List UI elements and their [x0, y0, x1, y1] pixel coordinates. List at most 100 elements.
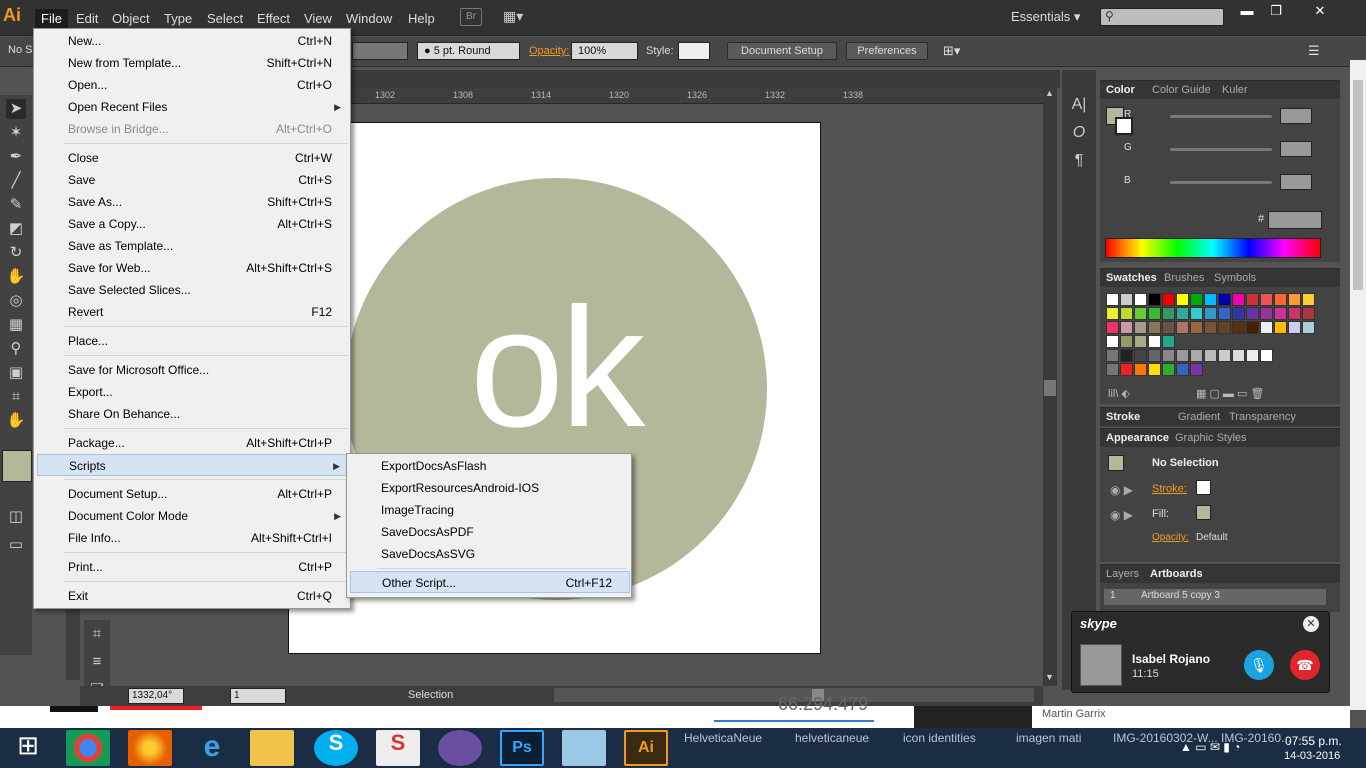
script-save-svg[interactable]: SaveDocsAsSVG — [350, 543, 630, 565]
style-dropdown[interactable] — [678, 42, 710, 60]
notepad-icon[interactable] — [562, 730, 606, 766]
menu-object[interactable]: Object — [106, 9, 156, 28]
menu-item-save-as[interactable]: Save As... Shift+Ctrl+S — [37, 191, 349, 213]
close-window-icon[interactable]: ✕ — [1300, 3, 1340, 19]
line-tool-icon[interactable]: ╱ — [6, 171, 26, 191]
r-value[interactable] — [1280, 108, 1312, 124]
tab-swatches[interactable]: Swatches — [1106, 272, 1157, 284]
script-export-android-ios[interactable]: ExportResourcesAndroid-IOS — [350, 477, 630, 499]
menu-item-save[interactable]: Save Ctrl+S — [37, 169, 349, 191]
script-image-tracing[interactable]: ImageTracing — [350, 499, 630, 521]
r-slider[interactable] — [1170, 115, 1272, 118]
pen-tool-icon[interactable]: ✒ — [6, 147, 26, 167]
screen-mode-icon[interactable]: ▭ — [6, 535, 26, 555]
menu-item-new-from-template[interactable]: New from Template... Shift+Ctrl+N — [37, 52, 349, 74]
menu-select[interactable]: Select — [201, 9, 249, 28]
vertical-scrollbar[interactable]: ▲ ▼ — [1043, 88, 1057, 686]
skype-icon[interactable]: S — [314, 730, 358, 766]
paragraph-icon[interactable]: ¶ — [1070, 152, 1088, 170]
stroke-weight-field[interactable] — [352, 42, 408, 60]
tab-brushes[interactable]: Brushes — [1164, 272, 1204, 284]
b-value[interactable] — [1280, 174, 1312, 190]
menu-item-save-slices[interactable]: Save Selected Slices... — [37, 279, 349, 301]
menu-item-behance[interactable]: Share On Behance... — [37, 403, 349, 425]
chrome-icon[interactable] — [66, 730, 110, 766]
fill-attribute-swatch[interactable] — [1196, 505, 1211, 520]
menu-item-exit[interactable]: Exit Ctrl+Q — [37, 585, 349, 607]
menu-item-package[interactable]: Package... Alt+Shift+Ctrl+P — [37, 432, 349, 454]
menu-item-save-web[interactable]: Save for Web... Alt+Shift+Ctrl+S — [37, 257, 349, 279]
rearrange-icon[interactable]: ≡ — [87, 652, 107, 672]
eyedropper-icon[interactable]: ⚲ — [6, 339, 26, 359]
arrange-documents-icon[interactable]: ▦▾ — [503, 8, 529, 26]
warp-tool-icon[interactable]: ✋ — [6, 267, 26, 287]
menu-item-document-setup[interactable]: Document Setup... Alt+Ctrl+P — [37, 483, 349, 505]
artboard-options-icon[interactable]: ⌗ — [87, 624, 107, 644]
clock-time[interactable]: 07:55 p.m. — [1285, 734, 1342, 748]
menu-item-save-template[interactable]: Save as Template... — [37, 235, 349, 257]
tab-artboards[interactable]: Artboards — [1150, 568, 1203, 580]
illustrator-icon[interactable]: Ai — [624, 730, 668, 766]
menu-item-open[interactable]: Open... Ctrl+O — [37, 74, 349, 96]
menu-item-new[interactable]: New... Ctrl+N — [37, 30, 349, 52]
menu-file[interactable]: File — [35, 9, 68, 28]
tab-appearance[interactable]: Appearance — [1106, 432, 1169, 444]
g-value[interactable] — [1280, 141, 1312, 157]
script-export-flash[interactable]: ExportDocsAsFlash — [350, 455, 630, 477]
file-explorer-icon[interactable] — [250, 730, 294, 766]
eraser-tool-icon[interactable]: ◩ — [6, 219, 26, 239]
scroll-up-icon[interactable]: ▲ — [1045, 88, 1054, 98]
hex-field[interactable] — [1268, 211, 1322, 229]
zoom-field[interactable]: 1332,04° — [128, 688, 184, 704]
workspace-switcher[interactable]: Essentials ▾ — [1011, 9, 1080, 25]
swatch-actions-icon[interactable]: ▦ ▢ ▬ ▭ 🗑 — [1196, 387, 1264, 400]
menu-item-print[interactable]: Print... Ctrl+P — [37, 556, 349, 578]
tab-stroke[interactable]: Stroke — [1106, 411, 1140, 423]
menu-item-place[interactable]: Place... — [37, 330, 349, 352]
menu-item-export[interactable]: Export... — [37, 381, 349, 403]
minimize-icon[interactable]: ▬ — [1234, 3, 1260, 19]
menu-view[interactable]: View — [298, 9, 338, 28]
firefox-icon[interactable] — [128, 730, 172, 766]
bridge-button[interactable]: Br — [460, 8, 482, 26]
browser-scrollbar[interactable] — [1350, 60, 1366, 710]
tab-color[interactable]: Color — [1106, 84, 1135, 96]
mic-icon[interactable]: 🎙 — [1244, 650, 1274, 680]
script-save-pdf[interactable]: SaveDocsAsPDF — [350, 521, 630, 543]
fill-swatch[interactable] — [2, 450, 32, 482]
menu-item-open-recent[interactable]: Open Recent Files ▶ — [37, 96, 349, 118]
magic-wand-icon[interactable]: ✶ — [6, 123, 26, 143]
selection-tool-icon[interactable]: ➤ — [6, 99, 26, 119]
menu-type[interactable]: Type — [158, 9, 198, 28]
internet-explorer-icon[interactable]: e — [190, 730, 234, 766]
menu-effect[interactable]: Effect — [251, 9, 296, 28]
tab-kuler[interactable]: Kuler — [1222, 84, 1248, 96]
opacity-attribute-label[interactable]: Opacity: — [1152, 532, 1189, 543]
hangup-icon[interactable]: ☎ — [1290, 650, 1320, 680]
menu-item-save-copy[interactable]: Save a Copy... Alt+Ctrl+S — [37, 213, 349, 235]
photoshop-icon[interactable]: Ps — [500, 730, 544, 766]
opacity-field[interactable]: 100% — [571, 42, 638, 60]
draw-mode-icon[interactable]: ◫ — [6, 507, 26, 527]
g-slider[interactable] — [1170, 148, 1272, 151]
close-icon[interactable]: ✕ — [1303, 616, 1319, 632]
maximize-icon[interactable]: ❐ — [1263, 3, 1289, 19]
windows-start-icon[interactable]: ⊞ — [6, 730, 50, 766]
clock-date[interactable]: 14-03-2016 — [1284, 750, 1340, 762]
search-input[interactable]: ⚲ — [1100, 8, 1224, 26]
menu-item-scripts[interactable]: Scripts ▶ — [37, 454, 349, 476]
script-other[interactable]: Other Script... Ctrl+F12 — [350, 571, 630, 593]
stroke-attribute-label[interactable]: Stroke: — [1152, 483, 1187, 495]
menu-item-revert[interactable]: Revert F12 — [37, 301, 349, 323]
swatch-grid[interactable] — [1106, 293, 1316, 379]
menu-item-close[interactable]: Close Ctrl+W — [37, 147, 349, 169]
tray-icons[interactable]: ▲ ▭ ✉ ▮ ◔ — [1180, 740, 1240, 754]
visibility-eye-icon[interactable]: ◉ ▶ — [1110, 483, 1133, 497]
scroll-thumb[interactable] — [1044, 380, 1056, 396]
swatch-library-icon[interactable]: lil\ ⬖ — [1108, 387, 1130, 400]
opentype-icon[interactable]: O — [1070, 124, 1088, 142]
visibility-eye-icon[interactable]: ◉ ▶ — [1110, 508, 1133, 522]
tab-gradient[interactable]: Gradient — [1178, 411, 1220, 423]
scroll-down-icon[interactable]: ▼ — [1045, 672, 1054, 682]
document-setup-button[interactable]: Document Setup — [727, 42, 837, 60]
